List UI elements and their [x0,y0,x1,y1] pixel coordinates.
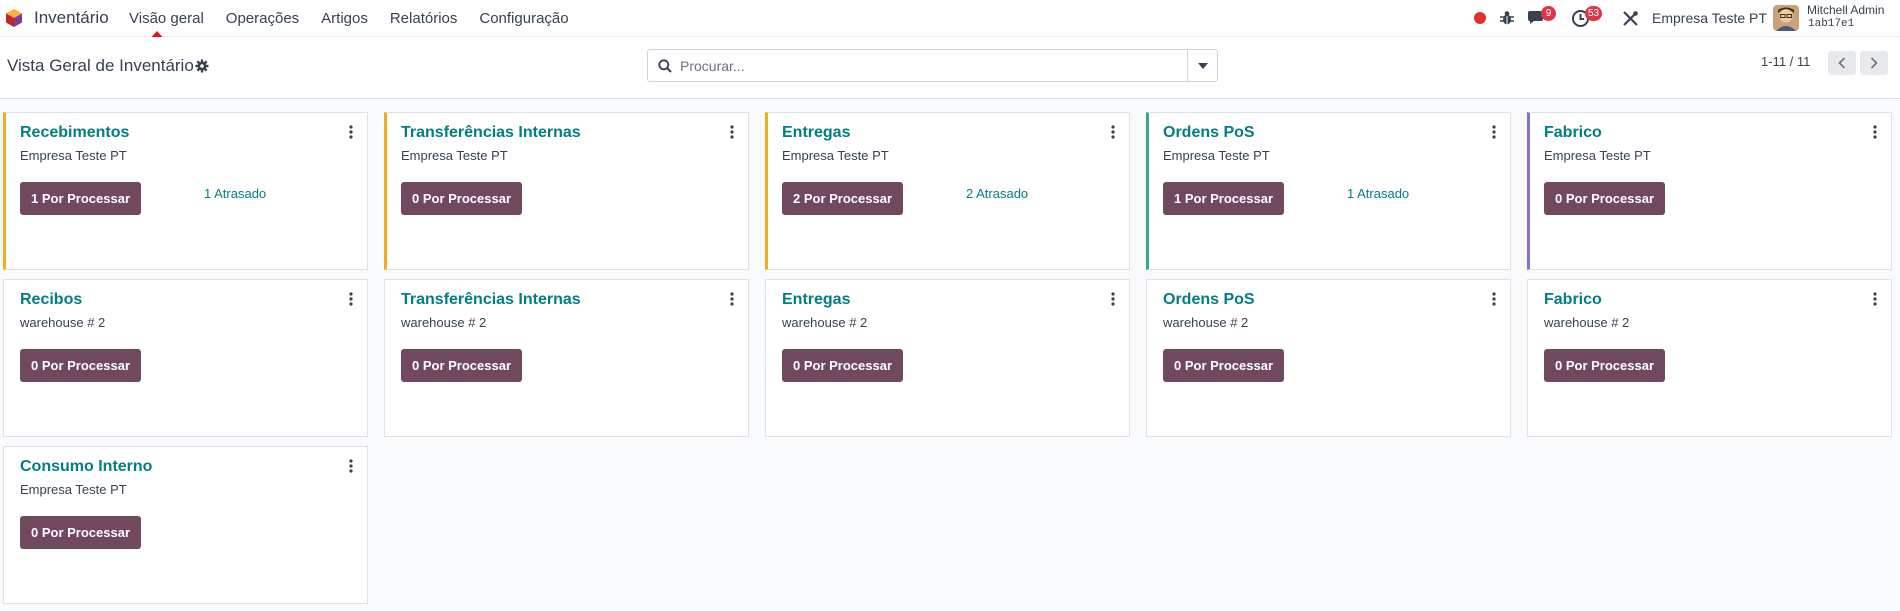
pager-value[interactable]: 1-11 / 11 [1761,54,1810,69]
control-panel: Vista Geral de Inventário 1-11 [0,37,1900,99]
top-navbar: Inventário Visão geral Operações Artigos… [0,0,1900,37]
search-input[interactable] [680,56,1180,76]
kebab-menu-icon[interactable] [1111,292,1115,306]
activity-count-badge: 53 [1585,6,1603,21]
menu-item-reporting[interactable]: Relatórios [390,10,458,27]
card-company: warehouse # 2 [20,315,106,330]
card-company: Empresa Teste PT [20,148,127,163]
operation-card-entregas: Entregas warehouse # 2 0 Por Processar [765,279,1130,437]
menu-item-operations[interactable]: Operações [226,10,299,27]
late-link[interactable]: 1 Atrasado [1347,186,1409,201]
card-title[interactable]: Transferências Internas [401,291,581,309]
operation-card-fabrico: Fabrico warehouse # 2 0 Por Processar [1527,279,1892,437]
card-title[interactable]: Fabrico [1544,291,1602,309]
search-bar [647,49,1218,82]
card-company: warehouse # 2 [1544,315,1630,330]
to-process-button[interactable]: 0 Por Processar [20,516,142,549]
card-company: Empresa Teste PT [1544,148,1651,163]
to-process-button[interactable]: 0 Por Processar [401,349,523,382]
operation-card-ordens-pos: Ordens PoS warehouse # 2 0 Por Processar [1146,279,1511,437]
card-company: warehouse # 2 [401,315,487,330]
to-process-button[interactable]: 0 Por Processar [20,349,142,382]
kebab-menu-icon[interactable] [730,292,734,306]
user-name[interactable]: Mitchell Admin [1807,3,1884,17]
chat-count-badge: 9 [1541,6,1556,21]
kebab-menu-icon[interactable] [349,292,353,306]
card-company: warehouse # 2 [782,315,868,330]
card-title[interactable]: Ordens PoS [1163,124,1255,142]
card-company: Empresa Teste PT [1163,148,1270,163]
card-title[interactable]: Entregas [782,291,850,309]
operation-card-ordens-pos: Ordens PoS Empresa Teste PT 1 Por Processa… [1146,112,1511,270]
to-process-button[interactable]: 2 Por Processar [782,182,904,215]
to-process-button[interactable]: 0 Por Processar [1163,349,1285,382]
card-company: Empresa Teste PT [20,482,127,497]
operation-card-transferencias-internas: Transferências Internas Empresa Teste PT 0… [384,112,749,270]
to-process-button[interactable]: 0 Por Processar [1544,182,1666,215]
menu-item-products[interactable]: Artigos [321,10,368,27]
company-switcher[interactable]: Empresa Teste PT [1652,10,1767,26]
kebab-menu-icon[interactable] [1873,292,1877,306]
page-title: Vista Geral de Inventário [7,56,194,75]
menu-item-configuration[interactable]: Configuração [479,10,568,27]
card-title[interactable]: Fabrico [1544,124,1602,142]
to-process-button[interactable]: 0 Por Processar [782,349,904,382]
card-title[interactable]: Ordens PoS [1163,291,1255,309]
app-name[interactable]: Inventário [34,8,109,28]
chevron-left-icon [1838,57,1846,69]
card-company: warehouse # 2 [1163,315,1249,330]
to-process-button[interactable]: 0 Por Processar [401,182,523,215]
operation-card-consumo-interno: Consumo Interno Empresa Teste PT 0 Por Pro… [3,446,368,604]
chevron-right-icon [1870,57,1878,69]
card-title[interactable]: Entregas [782,124,850,142]
debug-bug-icon[interactable] [1499,10,1515,26]
card-title[interactable]: Transferências Internas [401,124,581,142]
caret-down-icon [1197,62,1208,69]
card-title[interactable]: Consumo Interno [20,458,152,476]
kebab-menu-icon[interactable] [349,125,353,139]
search-options-toggle[interactable] [1187,50,1217,81]
kebab-menu-icon[interactable] [1492,292,1496,306]
kebab-menu-icon[interactable] [349,459,353,473]
gear-icon[interactable] [195,59,209,73]
operation-card-recebimentos: Recebimentos Empresa Teste PT 1 Por Proces… [3,112,368,270]
kebab-menu-icon[interactable] [1111,125,1115,139]
to-process-button[interactable]: 1 Por Processar [20,182,142,215]
late-link[interactable]: 2 Atrasado [966,186,1028,201]
search-icon [658,59,672,73]
main-menu: Visão geral Operações Artigos Relatórios… [129,10,591,27]
late-link[interactable]: 1 Atrasado [204,186,266,201]
user-avatar[interactable] [1773,5,1799,31]
operation-card-entregas: Entregas Empresa Teste PT 2 Por Processar 2… [765,112,1130,270]
card-company: Empresa Teste PT [401,148,508,163]
settings-tools-icon[interactable] [1622,10,1639,27]
operation-card-recibos: Recibos warehouse # 2 0 Por Processar [3,279,368,437]
kebab-menu-icon[interactable] [1492,125,1496,139]
operation-card-transferencias-internas: Transferências Internas warehouse # 2 0 Po… [384,279,749,437]
card-title[interactable]: Recibos [20,291,82,309]
to-process-button[interactable]: 1 Por Processar [1163,182,1285,215]
pager-next-button[interactable] [1860,51,1888,75]
to-process-button[interactable]: 0 Por Processar [1544,349,1666,382]
menu-item-overview[interactable]: Visão geral [129,10,204,27]
inventory-app-logo-icon[interactable] [4,8,24,28]
pager-previous-button[interactable] [1828,51,1856,75]
kebab-menu-icon[interactable] [1873,125,1877,139]
operation-card-fabrico: Fabrico Empresa Teste PT 0 Por Processar [1527,112,1892,270]
card-title[interactable]: Recebimentos [20,124,129,142]
kebab-menu-icon[interactable] [730,125,734,139]
database-name: 1ab17e1 [1808,18,1855,30]
card-company: Empresa Teste PT [782,148,889,163]
recording-dot-icon[interactable] [1474,12,1486,24]
